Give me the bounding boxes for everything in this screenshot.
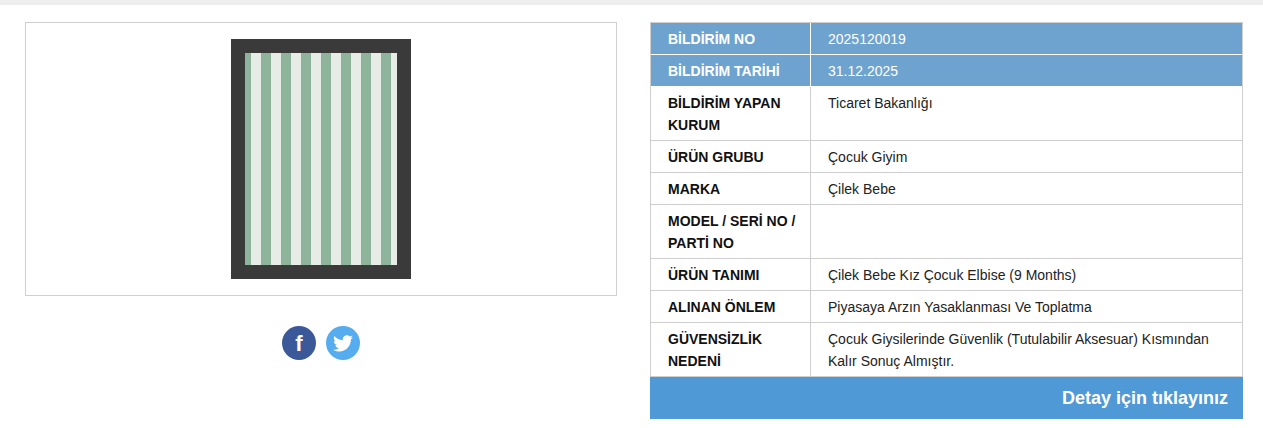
row-value: Çocuk Giyim <box>811 141 1242 173</box>
image-frame <box>25 22 617 296</box>
row-label: GÜVENSİZLİK NEDENİ <box>651 323 811 377</box>
row-label: BİLDİRİM TARİHİ <box>651 55 811 87</box>
row-label: ALINAN ÖNLEM <box>651 291 811 323</box>
image-column: f <box>25 22 617 360</box>
row-value: Ticaret Bakanlığı <box>811 87 1242 141</box>
row-value: 31.12.2025 <box>811 55 1242 87</box>
row-label: BİLDİRİM NO <box>651 23 811 55</box>
row-value <box>811 205 1242 259</box>
notice-table: BİLDİRİM NO2025120019BİLDİRİM TARİHİ31.1… <box>650 22 1243 419</box>
row-label: ÜRÜN GRUBU <box>651 141 811 173</box>
row-label: MARKA <box>651 173 811 205</box>
notice-grid: BİLDİRİM NO2025120019BİLDİRİM TARİHİ31.1… <box>650 22 1243 377</box>
product-photo[interactable] <box>231 39 411 279</box>
row-value: Çocuk Giysilerinde Güvenlik (Tutulabilir… <box>811 323 1242 377</box>
row-value: Çilek Bebe <box>811 173 1242 205</box>
row-value: Çilek Bebe Kız Çocuk Elbise (9 Months) <box>811 259 1242 291</box>
row-label: BİLDİRİM YAPAN KURUM <box>651 87 811 141</box>
twitter-icon[interactable] <box>326 326 360 360</box>
facebook-icon[interactable]: f <box>282 326 316 360</box>
row-value: Piyasaya Arzın Yasaklanması Ve Toplatma <box>811 291 1242 323</box>
row-label: ÜRÜN TANIMI <box>651 259 811 291</box>
top-bar <box>0 0 1263 5</box>
share-buttons: f <box>282 326 360 360</box>
row-label: MODEL / SERİ NO / PARTİ NO <box>651 205 811 259</box>
row-value: 2025120019 <box>811 23 1242 55</box>
detail-button[interactable]: Detay için tıklayınız <box>650 377 1243 419</box>
